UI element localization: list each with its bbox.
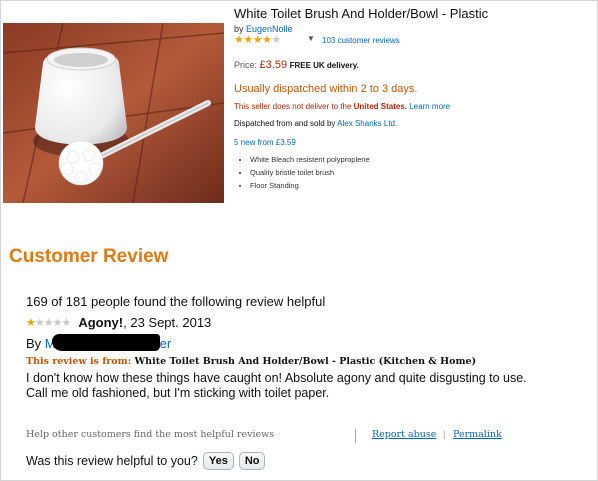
seller-link[interactable]: Alex Shanks Ltd. xyxy=(337,119,397,128)
review-title-row: ★★★★★ Agony! , 23 Sept. 2013 xyxy=(26,313,566,331)
permalink-link[interactable]: Permalink xyxy=(453,429,502,440)
no-deliver-country: United States. xyxy=(353,102,407,111)
feature-list: White Bleach resistent polyproplene Qual… xyxy=(234,153,594,192)
star-empty-icon: ★ xyxy=(271,34,281,46)
feature-item: Floor Standing xyxy=(250,179,594,192)
review-count-link[interactable]: 103 customer reviews xyxy=(322,36,400,45)
toilet-brush-photo xyxy=(3,23,224,203)
helpful-count: 169 of 181 people found the following re… xyxy=(26,294,326,309)
product-byline: by EugenNolle xyxy=(234,24,594,34)
rating-row: ★★★★★ ▼ 103 customer reviews xyxy=(234,34,594,47)
help-others-text: Help other customers find the most helpf… xyxy=(26,429,275,440)
brand-link[interactable]: EugenNolle xyxy=(246,24,293,34)
star-icon: ★ xyxy=(26,316,36,329)
new-from-link[interactable]: 5 new from £3.59 xyxy=(234,138,594,147)
review-title[interactable]: Agony! xyxy=(78,315,123,330)
price-row: Price: £3.59 FREE UK delivery. xyxy=(234,59,594,71)
product-info: White Toilet Brush And Holder/Bowl - Pla… xyxy=(234,6,594,192)
sold-by-label: Dispatched from and sold by xyxy=(234,119,336,128)
review-box: 169 of 181 people found the following re… xyxy=(26,294,566,401)
reviewer-name-end: er xyxy=(159,336,172,351)
sold-by: Dispatched from and sold by Alex Shanks … xyxy=(234,119,594,128)
free-delivery: FREE UK delivery. xyxy=(289,61,359,70)
product-title[interactable]: White Toilet Brush And Holder/Bowl - Pla… xyxy=(234,6,594,21)
divider xyxy=(355,429,356,443)
helpful-vote-row: Was this review helpful to you? Yes No xyxy=(26,452,266,470)
by-label: By xyxy=(26,336,42,351)
review-from: This review is from: White Toilet Brush … xyxy=(26,356,566,367)
feature-item: Quality bristle toilet brush xyxy=(250,166,594,179)
review-star-rating: ★★★★★ xyxy=(26,316,71,329)
redaction-mark xyxy=(52,334,160,351)
helpful-question: Was this review helpful to you? xyxy=(26,454,198,468)
feature-item: White Bleach resistent polyproplene xyxy=(250,153,594,166)
product-image[interactable] xyxy=(3,23,224,203)
star-empty-icon: ★★★★ xyxy=(34,316,71,329)
review-body: I don't know how these things have caugh… xyxy=(26,371,527,400)
product-star-rating[interactable]: ★★★★★ xyxy=(234,35,281,46)
by-label: by xyxy=(234,24,244,34)
dispatch-status: Usually dispatched within 2 to 3 days. xyxy=(234,83,418,95)
learn-more-link[interactable]: Learn more xyxy=(409,102,450,111)
review-date: , 23 Sept. 2013 xyxy=(123,314,212,330)
yes-button[interactable]: Yes xyxy=(202,452,234,470)
price-value: £3.59 xyxy=(259,59,288,71)
no-button[interactable]: No xyxy=(238,452,266,470)
chevron-down-icon[interactable]: ▼ xyxy=(307,34,315,43)
link-separator: | xyxy=(443,429,446,440)
feedback-row: Help other customers find the most helpf… xyxy=(26,429,566,443)
price-label: Price: xyxy=(234,60,258,70)
report-abuse-link[interactable]: Report abuse xyxy=(372,429,436,440)
review-from-product[interactable]: White Toilet Brush And Holder/Bowl - Pla… xyxy=(135,356,477,367)
customer-review-heading: Customer Review xyxy=(9,246,169,267)
star-icon: ★★★★ xyxy=(234,34,272,46)
no-deliver-text: This seller does not deliver to the xyxy=(234,102,352,111)
reviewer-row: By Mer xyxy=(26,334,566,353)
no-deliver-notice: This seller does not deliver to the Unit… xyxy=(234,102,594,111)
review-from-label: This review is from: xyxy=(26,356,132,367)
